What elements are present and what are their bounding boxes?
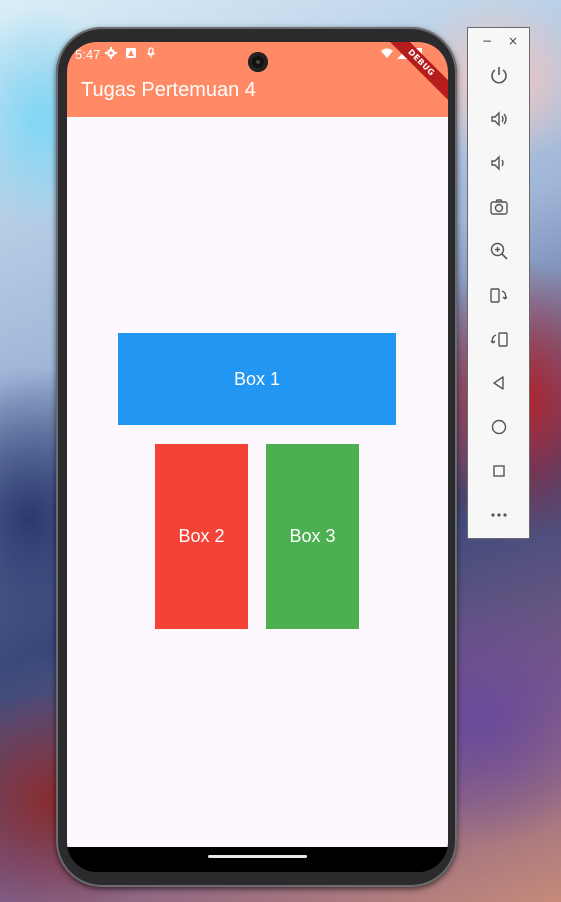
- back-button[interactable]: [487, 371, 511, 395]
- box-3-label: Box 3: [289, 526, 336, 546]
- volume-down-icon: [491, 155, 504, 171]
- back-icon: [493, 376, 504, 390]
- app-bar: 5:47 Tugas Pertemuan 4 DEBUG: [67, 42, 448, 117]
- close-icon[interactable]: ×: [508, 34, 518, 48]
- front-camera: [248, 52, 268, 72]
- emulator-toolbar: − ×: [467, 27, 530, 539]
- home-gesture-handle[interactable]: [208, 855, 307, 858]
- box-2-label: Box 2: [178, 526, 225, 546]
- home-button[interactable]: [487, 415, 511, 439]
- zoom-button[interactable]: [487, 239, 511, 263]
- volume-down-button[interactable]: [487, 151, 511, 175]
- status-time: 5:47: [75, 47, 101, 62]
- power-button[interactable]: [487, 63, 511, 87]
- box-1[interactable]: Box 1: [118, 333, 396, 425]
- wifi-icon: [381, 48, 393, 58]
- volume-up-icon: [491, 111, 507, 127]
- rotate-right-button[interactable]: [487, 327, 511, 351]
- microphone-icon: [147, 47, 155, 58]
- rotate-left-button[interactable]: [487, 283, 511, 307]
- device-screen: 5:47 Tugas Pertemuan 4 DEBUG Box 1 Box 2…: [67, 42, 448, 872]
- overview-icon: [493, 465, 505, 477]
- box-2[interactable]: Box 2: [155, 444, 248, 629]
- minimize-icon[interactable]: −: [482, 34, 492, 48]
- app-title: Tugas Pertemuan 4: [81, 79, 256, 101]
- power-icon: [491, 67, 507, 84]
- more-button[interactable]: [487, 503, 511, 527]
- zoom-in-icon: [490, 242, 508, 260]
- overview-button[interactable]: [487, 459, 511, 483]
- rotate-right-icon: [490, 332, 508, 347]
- settings-icon: [105, 47, 117, 59]
- box-1-label: Box 1: [233, 368, 281, 389]
- app-body: Box 1 Box 2 Box 3: [67, 117, 448, 847]
- notification-icon: [126, 48, 136, 58]
- rotate-left-icon: [490, 288, 508, 303]
- more-icon: [491, 513, 507, 517]
- screenshot-button[interactable]: [487, 195, 511, 219]
- camera-icon: [490, 199, 508, 215]
- volume-up-button[interactable]: [487, 107, 511, 131]
- box-3[interactable]: Box 3: [266, 444, 359, 629]
- gesture-nav-bar: [67, 847, 448, 872]
- home-icon: [491, 419, 507, 435]
